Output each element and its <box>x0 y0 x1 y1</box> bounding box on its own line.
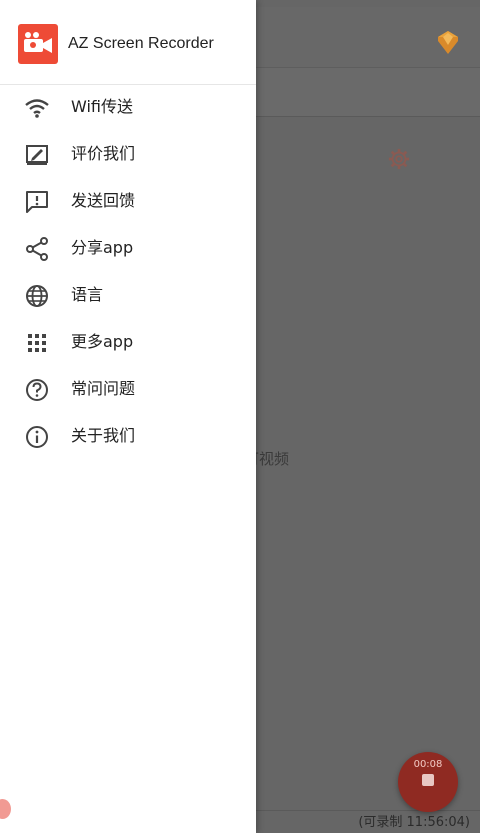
navigation-drawer: AZ Screen Recorder Wifi传送 评价我们 发送回馈 分享ap… <box>0 0 256 833</box>
screen: 可视频 (可录制 11:56:04) 00:08 AZ Screen Recor… <box>0 0 480 833</box>
menu-item-label: 评价我们 <box>71 144 136 163</box>
menu-item-rate-us[interactable]: 评价我们 <box>0 131 256 178</box>
menu-item-label: 关于我们 <box>71 426 136 445</box>
stop-record-button[interactable]: 00:08 <box>398 752 458 812</box>
rate-icon <box>26 145 48 165</box>
menu-item-send-feedback[interactable]: 发送回馈 <box>0 178 256 225</box>
floating-bubble-handle[interactable] <box>0 799 11 819</box>
background-tabbar <box>256 68 480 170</box>
grid-icon <box>28 334 46 352</box>
menu-item-more-apps[interactable]: 更多app <box>0 319 256 366</box>
menu-item-faq[interactable]: 常问问题 <box>0 366 256 413</box>
stop-icon <box>422 774 434 786</box>
app-logo-icon <box>18 24 58 64</box>
record-status-text: (可录制 11:56:04) <box>358 815 470 830</box>
app-title: AZ Screen Recorder <box>68 35 214 52</box>
background-toolbar <box>256 7 480 68</box>
globe-icon <box>26 285 48 307</box>
menu-item-label: 语言 <box>71 285 104 304</box>
premium-crown-icon[interactable] <box>434 29 462 55</box>
menu-item-language[interactable]: 语言 <box>0 272 256 319</box>
menu-item-label: 常问问题 <box>71 379 136 398</box>
wifi-icon <box>25 99 49 118</box>
share-icon <box>26 237 48 261</box>
info-icon <box>26 426 48 448</box>
feedback-icon <box>26 191 48 213</box>
menu-item-label: Wifi传送 <box>71 97 133 116</box>
menu-item-label: 更多app <box>71 332 134 351</box>
record-timer: 00:08 <box>413 759 443 770</box>
help-icon <box>26 379 48 401</box>
menu-item-label: 发送回馈 <box>71 191 136 210</box>
menu-item-wifi-transfer[interactable]: Wifi传送 <box>0 84 256 131</box>
menu-item-share-app[interactable]: 分享app <box>0 225 256 272</box>
drawer-menu: Wifi传送 评价我们 发送回馈 分享app 语言 更多app 常问问题 关于我… <box>0 84 256 460</box>
drawer-header: AZ Screen Recorder <box>0 0 256 85</box>
menu-item-label: 分享app <box>71 238 134 257</box>
gear-icon[interactable] <box>388 148 410 170</box>
menu-item-about-us[interactable]: 关于我们 <box>0 413 256 460</box>
